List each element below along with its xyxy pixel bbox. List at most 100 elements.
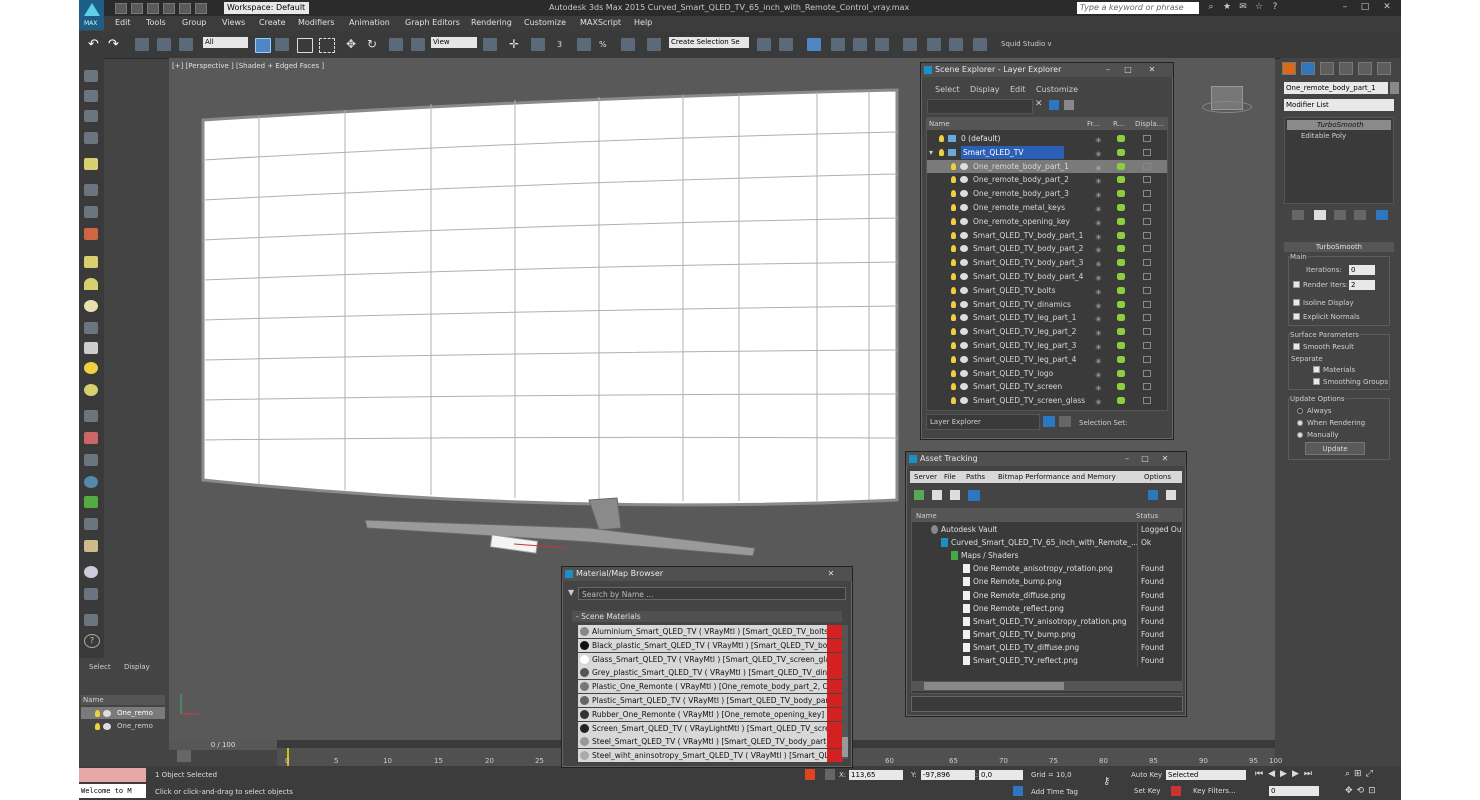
display-box-icon[interactable]: [1143, 217, 1151, 225]
create-tab-icon[interactable]: [1282, 62, 1296, 75]
tree-row[interactable]: Smart_QLED_TV_body_part_4 ✳: [927, 270, 1167, 283]
materials-checkbox[interactable]: [1313, 366, 1320, 373]
freeze-icon[interactable]: ✳: [1095, 217, 1102, 228]
tree-row[interactable]: One_remote_opening_key ✳: [927, 215, 1167, 228]
display-box-icon[interactable]: [1143, 286, 1151, 294]
freeze-icon[interactable]: ✳: [1095, 231, 1102, 242]
x-coordinate-field[interactable]: 113,65: [849, 770, 903, 780]
utilities-tab-icon[interactable]: [1377, 62, 1391, 75]
tree-row[interactable]: Smart_QLED_TV_bolts ✳: [927, 284, 1167, 297]
angle-snap-icon[interactable]: [577, 38, 591, 51]
absolute-mode-icon[interactable]: [825, 769, 835, 780]
freeze-icon[interactable]: ✳: [1095, 272, 1102, 283]
menu-bitmap-performance[interactable]: Bitmap Performance and Memory: [998, 473, 1116, 481]
light-bulb-icon[interactable]: [939, 135, 944, 142]
light-bulb-icon[interactable]: [951, 355, 956, 363]
redo-icon[interactable]: ↷: [108, 38, 122, 51]
pin-stack-icon[interactable]: [1292, 210, 1304, 220]
align-icon[interactable]: [779, 38, 793, 51]
material-row[interactable]: Steel_Smart_QLED_TV ( VRayMtl ) [Smart_Q…: [578, 735, 843, 749]
details-view-icon[interactable]: [950, 490, 960, 500]
window-crossing-icon[interactable]: [319, 38, 335, 53]
mirror-icon[interactable]: [757, 38, 771, 51]
display-box-icon[interactable]: [1143, 342, 1151, 349]
binoculars-icon[interactable]: ⌕: [1205, 2, 1217, 13]
layer-manager-icon[interactable]: [875, 38, 889, 51]
freeze-icon[interactable]: ✳: [1095, 162, 1102, 173]
find-input[interactable]: [927, 99, 1033, 114]
edit-named-selection-icon[interactable]: [647, 38, 661, 51]
browser-options-icon[interactable]: ▼: [568, 588, 574, 597]
light-bulb-icon[interactable]: [951, 162, 956, 170]
set-key-button[interactable]: Set Key: [1134, 787, 1160, 795]
renderable-teapot-icon[interactable]: [1117, 397, 1125, 405]
asset-row[interactable]: One Remote_anisotropy_rotation.png Found: [917, 562, 1182, 576]
tab-select[interactable]: Select: [89, 663, 111, 671]
display-box-icon[interactable]: [1143, 300, 1151, 308]
helpers-icon[interactable]: [84, 184, 98, 196]
freeze-icon[interactable]: ✳: [1095, 258, 1102, 269]
selected-dropdown[interactable]: Selected: [1166, 770, 1246, 780]
place-icon[interactable]: [411, 38, 425, 51]
pivot-center-icon[interactable]: [483, 38, 497, 51]
maximize-icon[interactable]: □: [1123, 65, 1133, 74]
list-view-icon[interactable]: [932, 490, 942, 500]
communication-icon[interactable]: ✉: [1237, 2, 1249, 13]
material-row[interactable]: Aluminium_Smart_QLED_TV ( VRayMtl ) [Sma…: [578, 625, 843, 638]
modify-tab-icon[interactable]: [1301, 62, 1315, 75]
renderable-teapot-icon[interactable]: [1117, 300, 1125, 308]
layer-toggle-icon[interactable]: [1043, 416, 1055, 427]
menu-tools[interactable]: Tools: [146, 18, 166, 27]
menu-edit[interactable]: Edit: [1010, 85, 1026, 94]
asset-row[interactable]: One Remote_diffuse.png Found: [917, 588, 1182, 602]
light-bulb-icon[interactable]: [951, 300, 956, 308]
light-bulb-icon[interactable]: [951, 342, 956, 349]
update-button[interactable]: Update: [1305, 442, 1365, 455]
undo-icon[interactable]: ↶: [88, 38, 102, 51]
freeze-icon[interactable]: ✳: [1095, 382, 1102, 393]
when-rendering-radio[interactable]: [1297, 420, 1303, 426]
tree-row[interactable]: Smart_QLED_TV_leg_part_1 ✳: [927, 311, 1167, 324]
refresh-icon[interactable]: [914, 490, 924, 500]
sphere-primitive-icon[interactable]: [84, 300, 98, 312]
light-bulb-icon[interactable]: [951, 176, 956, 184]
renderable-teapot-icon[interactable]: [1117, 217, 1125, 225]
sun-icon[interactable]: [84, 362, 98, 374]
light-bulb-icon[interactable]: [951, 397, 956, 405]
menu-display[interactable]: Display: [970, 85, 1000, 94]
application-button[interactable]: MAX: [79, 0, 104, 30]
material-row[interactable]: Steel_wiht_aninsotropy_Smart_QLED_TV ( V…: [578, 749, 843, 763]
list-icon[interactable]: [84, 110, 98, 122]
workspace-dropdown[interactable]: Workspace: Default: [224, 2, 309, 14]
spinner-snap-icon[interactable]: [621, 38, 635, 51]
renderable-teapot-icon[interactable]: [1117, 342, 1125, 349]
tab-display[interactable]: Display: [124, 663, 150, 671]
maximize-icon[interactable]: □: [1140, 454, 1150, 463]
menu-modifiers[interactable]: Modifiers: [298, 18, 335, 27]
light-bulb-icon[interactable]: [951, 231, 956, 239]
renderable-teapot-icon[interactable]: [1117, 273, 1125, 280]
y-coordinate-field[interactable]: -97,896: [921, 770, 975, 780]
scene-explorer-icon[interactable]: [807, 38, 821, 51]
always-radio[interactable]: [1297, 408, 1303, 414]
list-item[interactable]: One_remo: [81, 720, 165, 732]
reflection-ball-icon[interactable]: [84, 566, 98, 578]
viewport-navigation-icons[interactable]: ⌕⊞⤢: [1345, 769, 1377, 779]
scene-explorer-titlebar[interactable]: Scene Explorer - Layer Explorer: [921, 63, 1173, 77]
column-render[interactable]: R...: [1113, 120, 1124, 128]
tree-row[interactable]: Smart_QLED_TV_dinamics ✳: [927, 298, 1167, 311]
minimize-icon[interactable]: –: [1103, 65, 1113, 74]
scene-materials-group[interactable]: - Scene Materials: [572, 611, 842, 622]
menu-views[interactable]: Views: [222, 18, 245, 27]
menu-edit[interactable]: Edit: [115, 18, 131, 27]
freeze-icon[interactable]: ✳: [1095, 148, 1102, 159]
renderable-teapot-icon[interactable]: [1117, 190, 1125, 198]
freeze-icon[interactable]: ✳: [1095, 300, 1102, 311]
menu-server[interactable]: Server: [914, 473, 937, 481]
display-box-icon[interactable]: [1143, 135, 1151, 142]
open-file-icon[interactable]: [131, 3, 143, 14]
light-bulb-icon[interactable]: [951, 273, 956, 280]
light-bulb-icon[interactable]: [951, 245, 956, 253]
select-manipulate-icon[interactable]: ✛: [509, 38, 523, 51]
reference-coordinate-dropdown[interactable]: View: [431, 37, 477, 48]
